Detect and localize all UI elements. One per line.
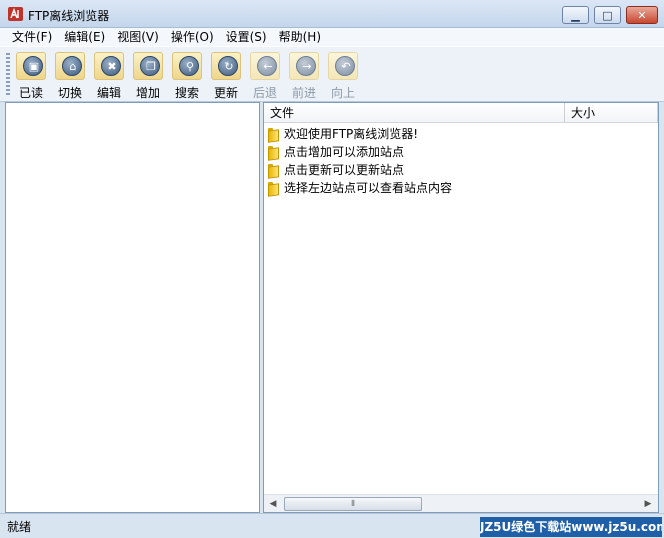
app-icon [8,7,23,21]
scroll-grip-icon: ⦀ [351,499,355,508]
folder-icon [267,126,281,140]
file-list-pane[interactable]: 文件 大小 欢迎使用FTP离线浏览器! 点击增加可以添加站点 点击更新可以更新站… [263,102,659,513]
folder-icon [267,144,281,158]
back-button[interactable]: ← 后退 [246,50,284,100]
refresh-button[interactable]: ↻ 更新 [207,50,245,100]
home-icon: ⌂ [69,60,77,73]
search-icon: ⚲ [185,60,195,73]
window-title: FTP离线浏览器 [28,9,110,23]
maximize-button[interactable]: □ [594,6,621,24]
folder-icon [267,180,281,194]
menu-help[interactable]: 帮助(H) [273,28,327,46]
menu-file[interactable]: 文件(F) [6,28,58,46]
menu-settings[interactable]: 设置(S) [220,28,273,46]
menu-edit[interactable]: 编辑(E) [58,28,111,46]
edit-button[interactable]: ✖ 编辑 [90,50,128,100]
list-item-name: 欢迎使用FTP离线浏览器! [284,126,419,141]
status-text: 就绪 [7,520,32,534]
back-label: 后退 [252,86,277,100]
maximize-icon: □ [602,8,613,22]
forward-button[interactable]: → 前进 [285,50,323,100]
list-item[interactable]: 选择左边站点可以查看站点内容 [267,178,452,196]
list-item-name: 点击更新可以更新站点 [284,162,405,177]
menu-view[interactable]: 视图(V) [111,28,165,46]
toolbar: ▣ 已读 ⌂ 切换 ✖ 编辑 ❐ 增加 ⚲ 搜索 ↻ 更新 ← 后退 → 前进 … [0,46,664,102]
scroll-right-icon[interactable]: ▶ [640,496,656,512]
minimize-button[interactable]: ▁ [562,6,589,24]
horizontal-scrollbar[interactable]: ◀ ⦀ ▶ [264,494,658,512]
edit-icon: ✖ [107,60,117,73]
edit-label: 编辑 [96,86,121,100]
menu-operation[interactable]: 操作(O) [165,28,220,46]
scroll-left-icon[interactable]: ◀ [265,496,281,512]
close-button[interactable]: ✕ [626,6,658,24]
add-button[interactable]: ❐ 增加 [129,50,167,100]
forward-icon: → [302,60,312,73]
refresh-icon: ↻ [224,60,234,73]
read-icon: ▣ [28,60,40,73]
read-button[interactable]: ▣ 已读 [12,50,50,100]
search-label: 搜索 [174,86,199,100]
scroll-thumb[interactable]: ⦀ [284,497,422,511]
up-label: 向上 [330,86,355,100]
toolbar-grip[interactable] [6,53,10,97]
switch-label: 切换 [57,86,82,100]
column-file[interactable]: 文件 [264,103,565,123]
back-icon: ← [263,60,273,73]
list-item-name: 点击增加可以添加站点 [284,144,405,159]
refresh-label: 更新 [213,86,238,100]
column-size[interactable]: 大小 [565,103,658,123]
list-item[interactable]: 点击增加可以添加站点 [267,142,404,160]
watermark: JZ5U绿色下载站www.jz5u.com [480,517,662,537]
switch-button[interactable]: ⌂ 切换 [51,50,89,100]
status-bar: 就绪 JZ5U绿色下载站www.jz5u.com [0,513,664,538]
list-item[interactable]: 欢迎使用FTP离线浏览器! [267,124,418,142]
menu-bar: 文件(F) 编辑(E) 视图(V) 操作(O) 设置(S) 帮助(H) [0,28,664,46]
add-label: 增加 [135,86,160,100]
column-header: 文件 大小 [264,103,658,123]
folder-icon [267,162,281,176]
list-item-name: 选择左边站点可以查看站点内容 [284,180,453,195]
up-icon: ↶ [341,60,351,73]
title-bar: FTP离线浏览器 ▁ □ ✕ [0,0,664,28]
close-icon: ✕ [637,8,647,22]
up-button[interactable]: ↶ 向上 [324,50,362,100]
list-item[interactable]: 点击更新可以更新站点 [267,160,404,178]
add-icon: ❐ [146,60,156,73]
minimize-icon: ▁ [571,8,580,22]
forward-label: 前进 [291,86,316,100]
search-button[interactable]: ⚲ 搜索 [168,50,206,100]
read-label: 已读 [18,86,43,100]
site-tree-pane[interactable] [5,102,260,513]
